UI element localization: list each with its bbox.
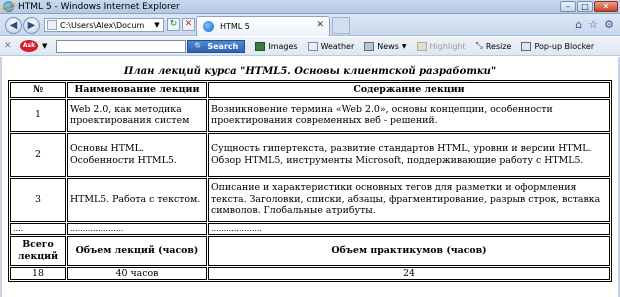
- ellipsis-row: .... ..................... .............…: [10, 222, 610, 235]
- search-icon: 🔍: [194, 41, 205, 51]
- toolbar-weather-label: Weather: [320, 41, 355, 51]
- toolbar-images-label: Images: [268, 41, 298, 51]
- summary-total-value: 18: [10, 266, 66, 280]
- resize-icon: ⤡: [475, 41, 483, 51]
- search-button-label: Search: [207, 41, 239, 51]
- row-desc: Сущность гипертекста, развитие стандарто…: [208, 132, 610, 177]
- ask-logo[interactable]: Ask: [20, 40, 38, 52]
- header-num: №: [10, 82, 66, 98]
- toolbar-resize-button[interactable]: ⤡ Resize: [476, 41, 512, 51]
- toolbar-popup-blocker-label: Pop-up Blocker: [534, 41, 595, 51]
- summary-practice-hours-header: Объем практикумов (часов): [208, 235, 610, 266]
- page-icon: [47, 20, 57, 30]
- row-num: 2: [10, 132, 66, 177]
- address-bar[interactable]: C:\Users\Alex\Docum ▼: [44, 18, 164, 32]
- maximize-button[interactable]: □: [577, 1, 593, 12]
- back-button[interactable]: ◀: [5, 17, 22, 34]
- ellipsis-num: ....: [10, 222, 66, 235]
- news-dropdown-icon[interactable]: ▼: [402, 43, 407, 50]
- toolbar-search-input[interactable]: [56, 39, 187, 53]
- toolbar-news-button[interactable]: News ▼: [364, 41, 407, 51]
- table-header-row: № Наименование лекции Содержание лекции: [10, 82, 610, 98]
- nav-right-icons: ⌂ ☆ ⚙: [575, 18, 614, 31]
- tab-close-icon[interactable]: ✕: [316, 20, 324, 30]
- address-text: C:\Users\Alex\Docum: [60, 20, 145, 30]
- news-icon: [364, 41, 375, 51]
- search-button[interactable]: 🔍 Search: [187, 39, 246, 53]
- row-desc: Описание и характеристики основных тегов…: [208, 177, 610, 222]
- frame-left-border: [0, 57, 2, 297]
- tools-gear-icon[interactable]: ⚙: [604, 18, 614, 31]
- summary-practice-hours-value: 24: [208, 266, 610, 280]
- summary-lecture-hours-header: Объем лекций (часов): [67, 235, 207, 266]
- toolbar-popup-blocker-button[interactable]: Pop-up Blocker: [521, 41, 595, 51]
- toolbar-resize-label: Resize: [485, 41, 512, 51]
- forward-button[interactable]: ▶: [23, 17, 40, 34]
- window-controls: – □ ✕: [560, 1, 618, 12]
- summary-total-header: Всего лекций: [10, 235, 66, 266]
- table-row: 1 Web 2.0, как методика проектирования с…: [10, 98, 610, 132]
- close-button[interactable]: ✕: [594, 1, 618, 12]
- toolbar-close-icon[interactable]: ✕: [4, 41, 14, 51]
- tab-html5[interactable]: HTML 5 ✕: [196, 16, 330, 36]
- row-name: Web 2.0, как методика проектирования сис…: [67, 98, 207, 132]
- summary-header-row: Всего лекций Объем лекций (часов) Объем …: [10, 235, 610, 266]
- toolbar-highlight-label: Highlight: [429, 41, 466, 51]
- stop-icon[interactable]: ✕: [182, 18, 195, 31]
- address-dropdown-icon[interactable]: ▼: [152, 20, 162, 30]
- images-icon: [255, 41, 266, 51]
- refresh-icon[interactable]: ↻: [167, 18, 180, 31]
- row-num: 3: [10, 177, 66, 222]
- toolbar-highlight-button[interactable]: Highlight: [416, 41, 466, 51]
- table-row: 3 HTML5. Работа с текстом. Описание и ха…: [10, 177, 610, 222]
- internet-explorer-icon: [3, 1, 14, 12]
- ellipsis-name: .....................: [67, 222, 207, 235]
- minimize-button[interactable]: –: [560, 1, 576, 12]
- ask-dropdown-icon[interactable]: ▼: [42, 42, 47, 50]
- row-name: HTML5. Работа с текстом.: [67, 177, 207, 222]
- lecture-plan-table: № Наименование лекции Содержание лекции …: [8, 80, 612, 282]
- tab-favicon-icon: [203, 21, 214, 32]
- navigation-bar: ◀ ▶ C:\Users\Alex\Docum ▼ ↻ ✕ HTML 5 ✕ ⌂…: [0, 14, 620, 36]
- favorites-star-icon[interactable]: ☆: [588, 18, 598, 31]
- title-bar: HTML 5 - Windows Internet Explorer – □ ✕: [0, 0, 620, 14]
- highlight-icon: [416, 41, 427, 51]
- header-desc: Содержание лекции: [208, 82, 610, 98]
- row-desc: Возникновение термина «Web 2.0», основы …: [208, 98, 610, 132]
- toolbar-images-button[interactable]: Images: [255, 41, 298, 51]
- table-row: 2 Основы HTML. Особенности HTML5. Сущнос…: [10, 132, 610, 177]
- table-caption: План лекций курса "HTML5. Основы клиентс…: [123, 66, 497, 77]
- home-icon[interactable]: ⌂: [575, 18, 582, 31]
- ask-toolbar: ✕ Ask ▼ 🔍 Search Images Weather News ▼ H…: [0, 37, 620, 56]
- ellipsis-desc: ....................: [208, 222, 610, 235]
- tab-label: HTML 5: [220, 22, 250, 31]
- document-area: План лекций курса "HTML5. Основы клиентс…: [0, 57, 620, 297]
- popup-blocker-icon: [521, 41, 532, 51]
- summary-lecture-hours-value: 40 часов: [67, 266, 207, 280]
- new-tab-button[interactable]: [332, 17, 350, 34]
- weather-icon: [307, 41, 318, 51]
- window-title: HTML 5 - Windows Internet Explorer: [18, 1, 180, 12]
- row-name: Основы HTML. Особенности HTML5.: [67, 132, 207, 177]
- toolbar-weather-button[interactable]: Weather: [307, 41, 355, 51]
- toolbar-news-label: News: [377, 41, 399, 51]
- summary-values-row: 18 40 часов 24: [10, 266, 610, 280]
- header-name: Наименование лекции: [67, 82, 207, 98]
- row-num: 1: [10, 98, 66, 132]
